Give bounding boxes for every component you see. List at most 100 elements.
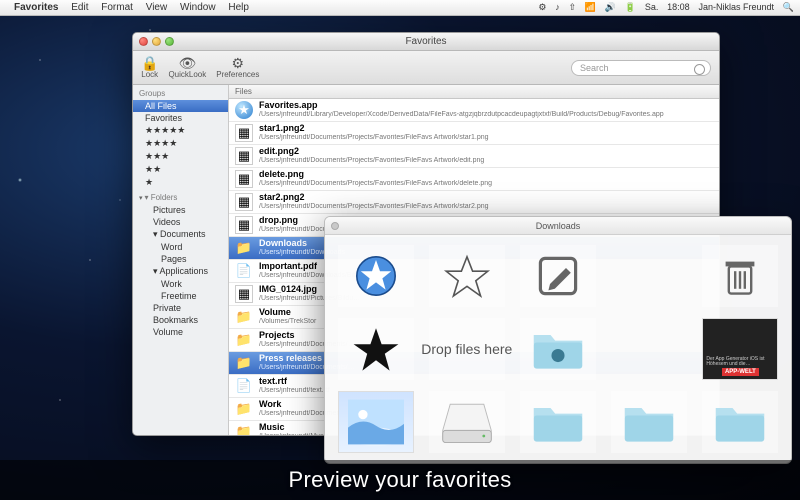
preview-item-trash-icon[interactable]	[702, 245, 778, 307]
sidebar-item-favorites[interactable]: Favorites	[133, 112, 228, 124]
menubar: Favorites Edit Format View Window Help ⚙…	[0, 0, 800, 16]
preview-item-drive-icon[interactable]	[429, 391, 505, 453]
preview-window: Downloads Drop files here Der App Genera…	[324, 216, 792, 464]
preview-item-star-outline-icon[interactable]	[429, 245, 505, 307]
file-name: edit.png2	[259, 147, 713, 157]
file-name: star1.png2	[259, 124, 713, 134]
file-name: delete.png	[259, 170, 713, 180]
sidebar-item-private[interactable]: Private	[133, 302, 228, 314]
sidebar-item--[interactable]: ★★★★	[133, 137, 228, 150]
sidebar-item-work[interactable]: Work	[133, 278, 228, 290]
folder-icon: 📁	[235, 400, 253, 418]
preferences-label: Preferences	[216, 70, 259, 79]
preview-title: Downloads	[325, 221, 791, 231]
file-path: /Users/jnfreundt/Documents/Projects/Favo…	[259, 157, 713, 165]
preview-item-star-filled-icon[interactable]	[338, 318, 414, 380]
sidebar-item-applications[interactable]: ▾ Applications	[133, 265, 228, 278]
menu-help[interactable]: Help	[228, 2, 249, 13]
minimize-icon[interactable]	[152, 37, 161, 46]
search-input[interactable]: Search	[571, 60, 711, 76]
sidebar-item--[interactable]: ★★★	[133, 150, 228, 163]
menu-format[interactable]: Format	[101, 2, 133, 13]
lock-icon: 🔒	[141, 56, 158, 70]
spotlight-icon[interactable]: 🔍	[783, 2, 794, 12]
preview-item-folder-icon[interactable]	[611, 391, 687, 453]
menu-view[interactable]: View	[146, 2, 168, 13]
preferences-button[interactable]: ⚙ Preferences	[216, 56, 259, 79]
preview-item-edit-icon[interactable]	[520, 245, 596, 307]
lock-button[interactable]: 🔒 Lock	[141, 56, 158, 79]
titlebar[interactable]: Favorites	[133, 33, 719, 51]
img-icon: ▦	[235, 147, 253, 165]
clock-time: 18:08	[667, 2, 690, 12]
preview-item-folder-icon[interactable]	[520, 391, 596, 453]
sidebar-item-bookmarks[interactable]: Bookmarks	[133, 314, 228, 326]
file-path: /Users/jnfreundt/Library/Developer/Xcode…	[259, 111, 713, 119]
folder-icon: 📁	[235, 354, 253, 372]
quicklook-label: QuickLook	[168, 70, 206, 79]
folder-icon: 📁	[235, 331, 253, 349]
preview-item-folder-icon[interactable]	[520, 318, 596, 380]
preview-item-appwelt-thumb[interactable]: Der App Generator iOS ist Höhesem und di…	[702, 318, 778, 380]
sidebar-item--[interactable]: ★★★★★	[133, 124, 228, 137]
img-icon: ▦	[235, 170, 253, 188]
folder-icon: 📁	[235, 308, 253, 326]
sidebar-header-folders[interactable]: ▾ Folders	[133, 189, 228, 204]
img-icon: ▦	[235, 216, 253, 234]
file-name: star2.png2	[259, 193, 713, 203]
file-path: /Users/jnfreundt/Documents/Projects/Favo…	[259, 134, 713, 142]
search-placeholder: Search	[580, 63, 609, 73]
img-icon: ▦	[235, 124, 253, 142]
file-row[interactable]: ★ Favorites.app/Users/jnfreundt/Library/D…	[229, 99, 719, 122]
file-row[interactable]: ▦ edit.png2/Users/jnfreundt/Documents/Pro…	[229, 145, 719, 168]
close-icon[interactable]	[139, 37, 148, 46]
preview-titlebar[interactable]: Downloads	[325, 217, 791, 235]
img-icon: ▦	[235, 285, 253, 303]
menu-window[interactable]: Window	[180, 2, 216, 13]
sidebar-item--[interactable]: ★★	[133, 163, 228, 176]
preview-grid: Drop files here Der App Generator iOS is…	[325, 235, 791, 463]
doc-icon: 📄	[235, 262, 253, 280]
preview-item-folder-icon[interactable]	[702, 391, 778, 453]
sidebar-item-pictures[interactable]: Pictures	[133, 204, 228, 216]
file-path: /Users/jnfreundt/Documents/Projects/Favo…	[259, 203, 713, 211]
sidebar-item-volume[interactable]: Volume	[133, 326, 228, 338]
preview-item-drop-label[interactable]: Drop files here	[429, 318, 505, 380]
file-row[interactable]: ▦ delete.png/Users/jnfreundt/Documents/Pr…	[229, 168, 719, 191]
sidebar: Groups All FilesFavorites★★★★★★★★★★★★★★★…	[133, 85, 229, 435]
menu-edit[interactable]: Edit	[71, 2, 88, 13]
marketing-caption: Preview your favorites	[0, 460, 800, 500]
file-row[interactable]: ▦ star1.png2/Users/jnfreundt/Documents/Pr…	[229, 122, 719, 145]
quicklook-button[interactable]: 👁 QuickLook	[168, 56, 206, 79]
clock-day: Sa.	[645, 2, 659, 12]
battery-icon[interactable]: 🔋	[625, 2, 636, 12]
window-title: Favorites	[133, 36, 719, 47]
sidebar-item-pages[interactable]: Pages	[133, 253, 228, 265]
sidebar-item-documents[interactable]: ▾ Documents	[133, 228, 228, 241]
file-path: /Users/jnfreundt/Documents/Projects/Favo…	[259, 180, 713, 188]
file-name: Favorites.app	[259, 101, 713, 111]
sidebar-item-freetime[interactable]: Freetime	[133, 290, 228, 302]
preview-item-photo-thumb[interactable]	[338, 391, 414, 453]
volume-icon[interactable]: 🔊	[605, 2, 616, 12]
doc-icon: 📄	[235, 377, 253, 395]
preview-item-app-icon[interactable]	[338, 245, 414, 307]
toolbar: 🔒 Lock 👁 QuickLook ⚙ Preferences Search	[133, 51, 719, 85]
file-row[interactable]: ▦star2.png2/Users/jnfreundt/Documents/Pr…	[229, 191, 719, 214]
wifi-icon[interactable]: 📶	[585, 2, 596, 12]
sidebar-item-videos[interactable]: Videos	[133, 216, 228, 228]
files-column-header[interactable]: Files	[229, 85, 719, 99]
menu-left: Favorites Edit Format View Window Help	[14, 2, 259, 13]
gear-icon: ⚙	[232, 56, 245, 70]
sidebar-item--[interactable]: ★	[133, 176, 228, 189]
zoom-icon[interactable]	[165, 37, 174, 46]
folder-icon: 📁	[235, 239, 253, 257]
sidebar-item-all-files[interactable]: All Files	[133, 100, 228, 112]
status-icon[interactable]: ♪	[555, 2, 560, 12]
app-icon: ★	[235, 101, 253, 119]
status-icon[interactable]: ⚙	[538, 2, 546, 12]
status-icon[interactable]: ⇧	[569, 2, 577, 12]
sidebar-item-word[interactable]: Word	[133, 241, 228, 253]
app-menu[interactable]: Favorites	[14, 2, 58, 13]
user-name[interactable]: Jan-Niklas Freundt	[698, 2, 774, 12]
